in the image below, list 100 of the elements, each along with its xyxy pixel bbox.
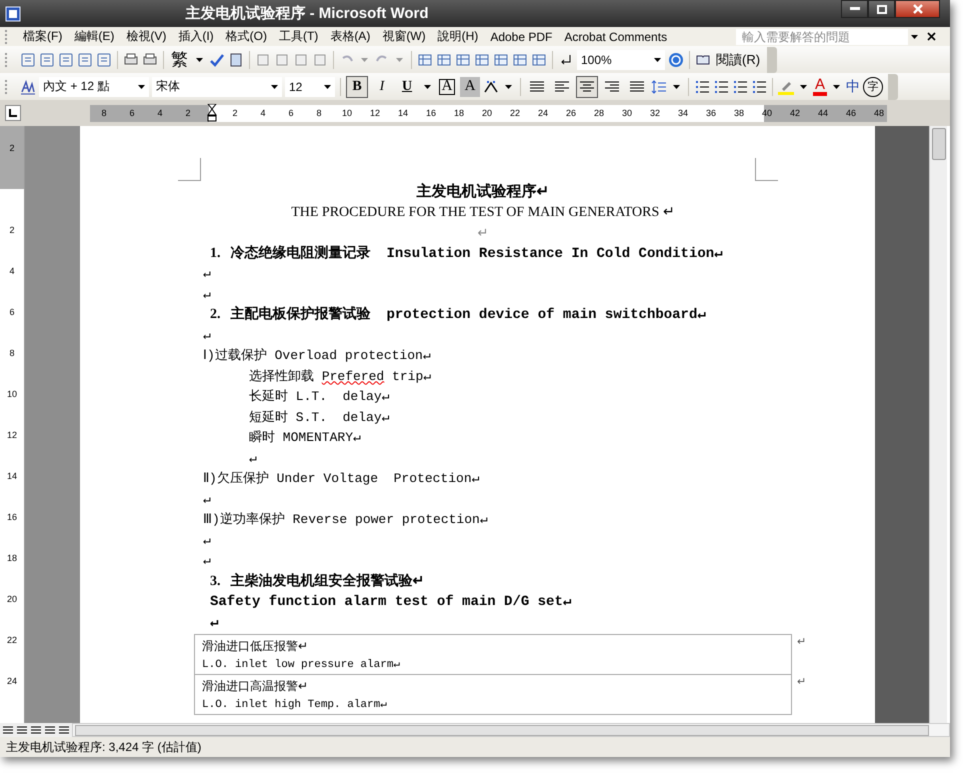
menu-item[interactable]: 表格(A) — [324, 28, 376, 45]
toolbar-grip[interactable] — [5, 52, 10, 66]
font-color-button[interactable]: A — [813, 78, 828, 96]
heading-number: 2. — [210, 306, 220, 324]
dropdown-arrow-icon[interactable] — [505, 84, 512, 88]
ruler-number: 12 — [368, 108, 381, 118]
maximize-button[interactable] — [868, 0, 895, 18]
menu-item[interactable]: 工具(T) — [272, 28, 324, 45]
close-button[interactable] — [895, 0, 940, 18]
minimize-icon — [850, 7, 860, 11]
help-icon[interactable] — [668, 52, 684, 68]
close-icon[interactable] — [927, 32, 936, 41]
ruler-number: 6 — [287, 108, 294, 118]
center-align-button[interactable] — [576, 76, 598, 98]
minimize-button[interactable] — [841, 0, 868, 18]
dropdown-arrow-icon[interactable] — [424, 84, 431, 88]
enclose-characters-button[interactable]: 字 — [863, 76, 884, 96]
vertical-ruler[interactable]: 2 2 4 6 8 10 12 14 16 18 20 22 24 — [0, 126, 25, 723]
indent-marker-icon[interactable] — [207, 104, 217, 122]
dropdown-arrow-icon[interactable] — [138, 84, 145, 88]
normal-view-icon[interactable] — [2, 725, 14, 735]
ruler-number: 14 — [396, 108, 409, 118]
menu-item[interactable]: 編輯(E) — [68, 28, 120, 45]
horizontal-scrollbar[interactable] — [72, 723, 950, 737]
dropdown-arrow-icon[interactable] — [324, 84, 331, 88]
scroll-thumb[interactable] — [75, 725, 929, 736]
heading-english-text: Insulation Resistance In Cold Condition↵ — [386, 244, 723, 264]
traditional-chinese-button[interactable]: 繁 — [169, 48, 190, 71]
crop-mark — [178, 158, 201, 181]
vertical-scrollbar[interactable] — [929, 126, 947, 723]
asian-layout-button[interactable]: 中 — [846, 78, 860, 96]
menu-item[interactable]: 說明(H) — [432, 28, 484, 45]
dropdown-arrow-icon[interactable] — [833, 84, 840, 88]
left-align-icon — [555, 80, 569, 92]
ruler-number: 6 — [9, 307, 14, 319]
dropdown-arrow-icon[interactable] — [800, 84, 807, 88]
spelling-check-icon[interactable] — [209, 52, 225, 68]
format-button[interactable]: I — [371, 76, 393, 98]
ruler-number: 22 — [508, 108, 521, 118]
line-spacing-icon[interactable] — [651, 78, 667, 94]
paragraph-mark: ↵ — [478, 225, 488, 240]
body-text: ↵ — [203, 492, 211, 506]
bullets-icon[interactable] — [713, 78, 729, 94]
zoom-dropdown[interactable]: 100% — [577, 50, 665, 70]
ruler-number: 8 — [9, 348, 14, 360]
menu-item[interactable]: 格式(O) — [220, 28, 273, 45]
new-document-icon[interactable] — [20, 52, 36, 68]
font-dropdown[interactable]: 宋体 — [152, 76, 282, 96]
styles-icon[interactable] — [20, 78, 36, 94]
character-scaling-icon[interactable] — [483, 78, 499, 94]
distributed-align-icon — [630, 80, 644, 92]
heading-text: 主柴油发电机组安全报警试验↵ — [230, 572, 424, 590]
dropdown-arrow-icon[interactable] — [673, 84, 680, 88]
right-align-icon — [605, 80, 619, 92]
cell-english-text: L.O. inlet high Temp. alarm↵ — [202, 698, 388, 713]
menu-item[interactable]: 檢視(V) — [120, 28, 172, 45]
toolbar-grip[interactable] — [5, 30, 10, 44]
scroll-thumb[interactable] — [932, 128, 946, 160]
format-button[interactable]: B — [346, 76, 368, 98]
font-size-dropdown[interactable]: 12 — [285, 76, 335, 96]
character-format-button[interactable]: A — [460, 76, 480, 96]
ruler-number: 4 — [259, 108, 266, 118]
menu-item[interactable]: Acrobat Comments — [558, 30, 674, 44]
body-text: 长延时 L.T. delay↵ — [249, 389, 390, 404]
heading-english-text: Safety function alarm test of main D/G set↵ — [210, 594, 572, 610]
ruler-number: 32 — [648, 108, 661, 118]
style-dropdown[interactable]: 內文 + 12 點 — [39, 76, 149, 96]
menu-item[interactable]: Adobe PDF — [484, 30, 558, 44]
dropdown-arrow-icon[interactable] — [196, 58, 203, 62]
print-icon[interactable] — [123, 52, 139, 68]
body-text: Ⅲ)逆功率保护 Reverse power protection↵ — [203, 512, 488, 527]
toolbar-grip[interactable] — [5, 80, 10, 94]
heading-english-text: protection device of main switchboard↵ — [386, 306, 706, 325]
justify-align-icon — [530, 80, 544, 92]
tab-selector-button[interactable] — [5, 105, 21, 121]
row-end-mark: ↵ — [797, 675, 806, 688]
menu-item[interactable]: 插入(I) — [172, 28, 220, 45]
ruler-number: 44 — [816, 108, 829, 118]
menu-item[interactable]: 檔案(F) — [17, 28, 68, 45]
heading-number: 1. — [210, 244, 220, 262]
ruler-number: 12 — [6, 430, 17, 442]
ruler-number: 36 — [704, 108, 717, 118]
ruler-number: 20 — [480, 108, 493, 118]
heading-number: 3. — [210, 572, 220, 590]
dropdown-arrow-icon[interactable] — [911, 34, 918, 38]
heading-text: 主配电板保护报警试验 — [230, 305, 370, 324]
menu-item[interactable]: 視窗(W) — [376, 28, 432, 45]
ruler-number: 6 — [128, 108, 136, 118]
ruler-number: 2 — [9, 225, 14, 237]
character-format-button[interactable]: A — [437, 76, 457, 96]
dropdown-arrow-icon[interactable] — [654, 58, 661, 62]
ruler-number: 26 — [564, 108, 577, 118]
body-text: ↵ — [203, 328, 211, 342]
insert-table-icon[interactable] — [455, 52, 471, 68]
ruler-number: 18 — [6, 553, 17, 565]
dropdown-arrow-icon[interactable] — [271, 84, 278, 88]
ruler-number: 22 — [6, 635, 17, 647]
help-search-field[interactable]: 輸入需要解答的問題 — [736, 28, 908, 44]
reading-layout-button[interactable]: 閱讀(R) — [714, 50, 762, 68]
format-button[interactable]: U — [396, 76, 418, 98]
